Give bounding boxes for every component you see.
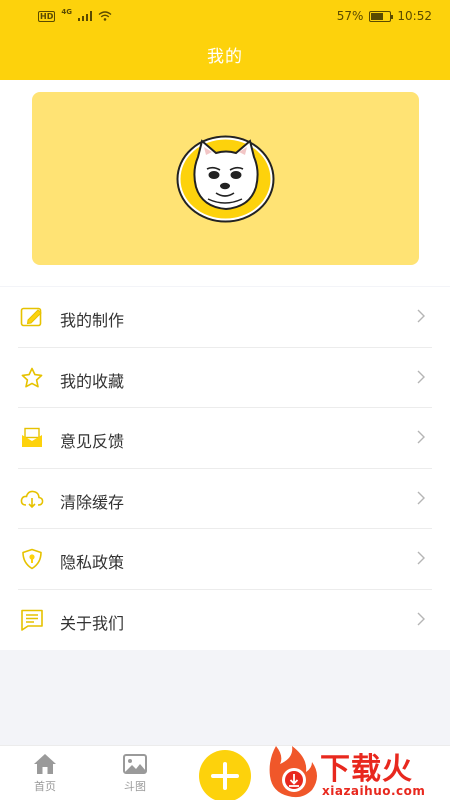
status-right: 57% 10:52	[337, 9, 432, 23]
hd-badge: HD	[38, 10, 56, 22]
status-bar: HD 4G 57% 10:52	[0, 0, 450, 32]
shield-icon	[22, 548, 42, 570]
chevron-right-icon	[417, 430, 425, 444]
mail-icon	[22, 427, 42, 447]
menu-item-about-us[interactable]: 关于我们	[0, 590, 450, 651]
chevron-right-icon	[417, 551, 425, 565]
cloud-download-icon	[20, 490, 44, 508]
document-icon	[21, 609, 43, 631]
menu-item-clear-cache[interactable]: 清除缓存	[0, 469, 450, 529]
home-icon	[34, 754, 56, 774]
menu-item-label: 隐私政策	[60, 553, 125, 572]
menu-item-label: 我的制作	[60, 311, 125, 330]
edit-icon	[20, 307, 42, 327]
battery-percent: 57%	[336, 9, 364, 23]
clock: 10:52	[397, 9, 432, 23]
chevron-right-icon	[417, 491, 425, 504]
chevron-right-icon	[417, 612, 425, 625]
status-left: HD 4G	[38, 8, 112, 22]
battery-fill	[371, 12, 383, 20]
tab-home[interactable]: 首页	[20, 752, 70, 794]
network-type: 4G	[61, 8, 72, 16]
menu-item-label: 清除缓存	[60, 492, 125, 512]
tab-label: 首页	[34, 780, 56, 793]
image-icon	[123, 754, 147, 774]
create-button[interactable]	[199, 750, 251, 800]
menu-item-feedback[interactable]: 意见反馈	[0, 408, 450, 469]
menu-item-label: 意见反馈	[60, 432, 125, 451]
menu-item-label: 关于我们	[60, 613, 125, 633]
page-title: 我的	[207, 47, 243, 67]
watermark-url: xiazaihuo.com	[322, 784, 426, 798]
menu-item-my-favorites[interactable]: 我的收藏	[0, 348, 450, 408]
tab-label: 斗图	[124, 780, 146, 793]
menu-item-my-creations[interactable]: 我的制作	[0, 287, 450, 348]
watermark-text: 下载火	[320, 752, 413, 787]
header: HD 4G 57% 10:52 我的	[0, 0, 450, 80]
menu-item-label: 我的收藏	[60, 371, 125, 391]
chevron-right-icon	[417, 309, 425, 323]
chevron-right-icon	[417, 370, 425, 383]
menu-item-privacy-policy[interactable]: 隐私政策	[0, 529, 450, 590]
watermark-logo: 下载火 xiazaihuo.com	[264, 742, 450, 800]
wifi-icon	[98, 11, 112, 21]
avatar[interactable]	[176, 135, 275, 223]
tab-meme[interactable]: 斗图	[110, 752, 160, 794]
star-icon	[21, 367, 43, 387]
menu-list: 我的制作 我的收藏 意见反馈 清除缓存 隐私政策 关于我们	[0, 287, 450, 650]
flame-logo-icon	[269, 746, 317, 798]
signal-icon	[77, 11, 92, 21]
battery-icon	[369, 10, 394, 22]
